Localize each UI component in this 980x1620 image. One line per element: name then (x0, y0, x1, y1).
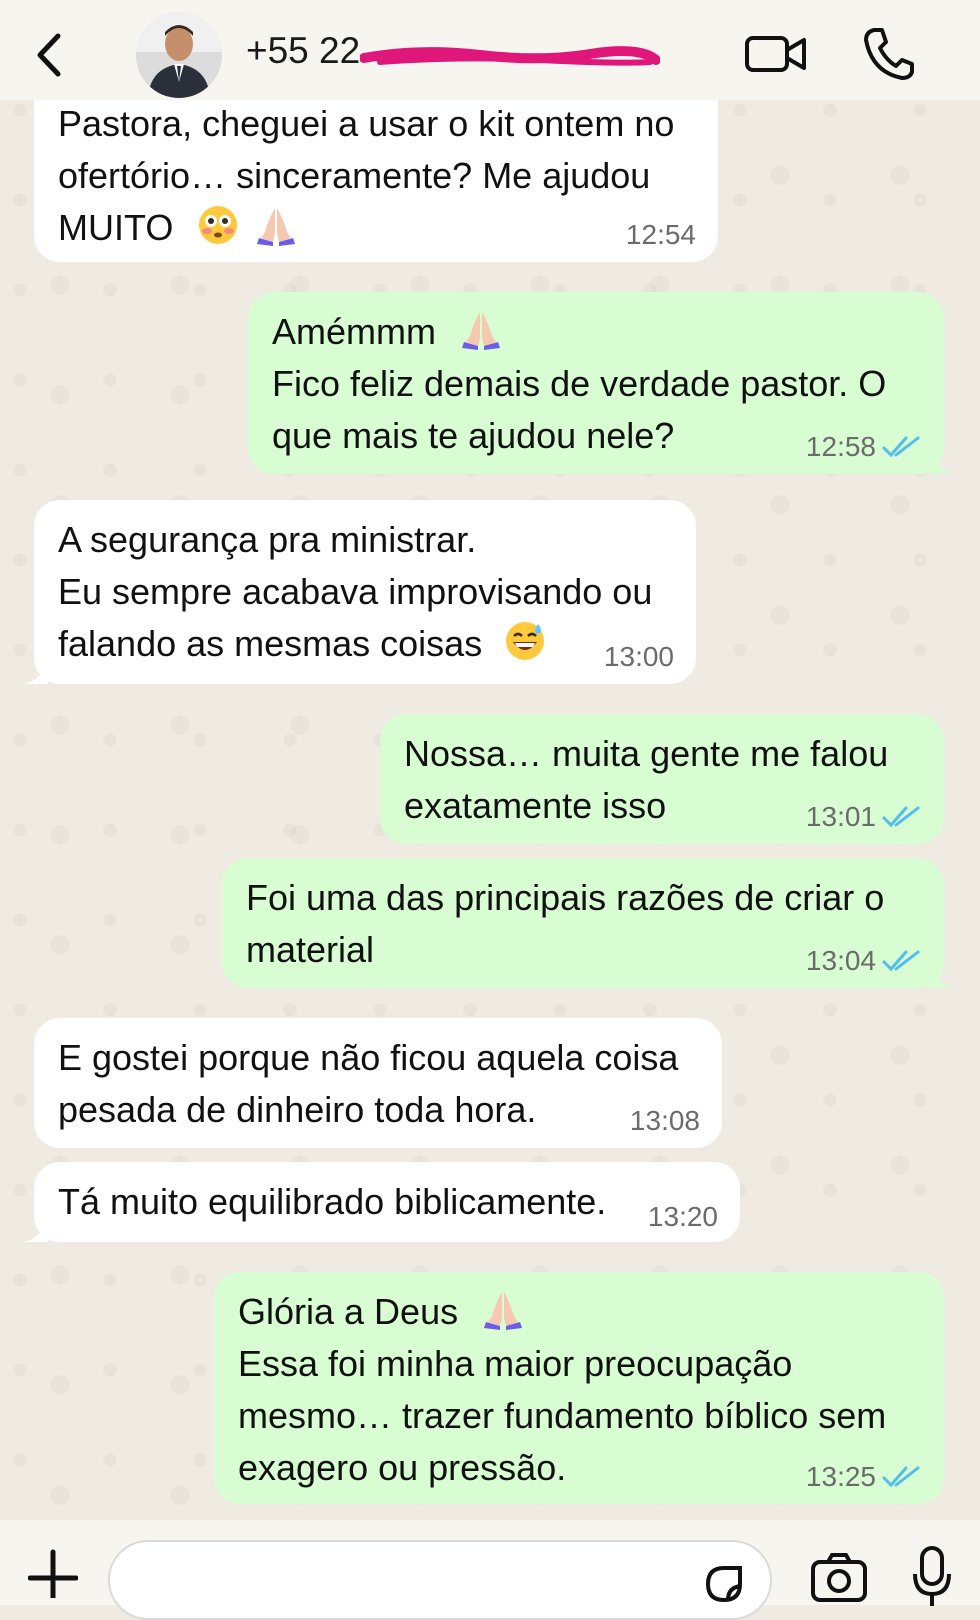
message-text: Tá muito equilibrado biblicamente. (58, 1181, 607, 1222)
message-meta: 13:04 (806, 946, 922, 976)
contact-name[interactable]: +55 22 (246, 30, 360, 72)
message-text-line: MUITO (58, 202, 694, 254)
message-bubble-incoming[interactable]: E gostei porque não ficou aquela coisa p… (34, 1018, 722, 1148)
chevron-left-icon[interactable] (30, 30, 70, 80)
message-meta: 13:25 (806, 1462, 922, 1492)
folded-hands-emoji (484, 1292, 523, 1330)
message-bubble-incoming[interactable]: A segurança pra ministrar. Eu sempre aca… (24, 500, 696, 684)
double-check-icon (882, 950, 920, 972)
chat-header: +55 22 (0, 0, 980, 100)
message-time: 12:58 (805, 431, 876, 462)
message-text: Pastora, cheguei a usar o kit ontem no (58, 103, 675, 144)
message-text: A segurança pra ministrar. (58, 519, 477, 560)
camera-icon[interactable] (810, 1552, 868, 1602)
message-time: 13:25 (805, 1461, 876, 1492)
message-time: 12:54 (625, 219, 696, 250)
plus-icon[interactable] (27, 1548, 79, 1601)
message-time: 13:01 (805, 801, 876, 832)
message-meta: 13:08 (630, 1106, 700, 1136)
message-text-line: falando as mesmas coisas (58, 618, 672, 670)
message-text: Essa foi minha maior preocupação (238, 1343, 793, 1384)
bubble-tail (24, 660, 48, 684)
folded-hands-emoji (462, 312, 501, 350)
message-text: Eu sempre acabava improvisando ou (58, 571, 653, 612)
video-camera-icon[interactable] (744, 30, 808, 78)
message-meta: 12:58 (806, 432, 922, 462)
folded-hands-emoji (257, 208, 296, 246)
message-input[interactable] (108, 1540, 772, 1620)
avatar[interactable] (136, 12, 222, 98)
message-meta: 13:00 (604, 642, 674, 672)
message-text: falando as mesmas coisas (58, 623, 483, 664)
message-text: pesada de dinheiro toda hora. (58, 1089, 537, 1130)
message-input-bar (0, 1520, 980, 1620)
message-bubble-outgoing[interactable]: Nossa… muita gente me falou exatamente i… (380, 714, 944, 844)
message-text-line: Glória a Deus (238, 1286, 920, 1338)
message-meta: 13:20 (648, 1202, 718, 1232)
message-text: Nossa… muita gente me falou (404, 733, 889, 774)
message-text: Fico feliz demais de verdade pastor. O (272, 363, 887, 404)
message-bubble-incoming[interactable]: Pastora, cheguei a usar o kit ontem no o… (34, 96, 718, 262)
flushed-face-emoji (199, 206, 238, 244)
message-text-line: Amémmm (272, 306, 920, 358)
redaction-scribble (359, 46, 661, 68)
message-text: Foi uma das principais razões de criar o (246, 877, 885, 918)
message-bubble-incoming[interactable]: Tá muito equilibrado biblicamente. 13:20 (24, 1162, 740, 1242)
message-time: 13:00 (603, 641, 674, 672)
message-text: ofertório… sinceramente? Me ajudou (58, 155, 651, 196)
message-bubble-outgoing[interactable]: Foi uma das principais razões de criar o… (222, 858, 954, 988)
message-time: 13:08 (629, 1105, 700, 1136)
sticker-icon[interactable] (700, 1560, 748, 1608)
bubble-tail (930, 450, 954, 474)
message-text: mesmo… trazer fundamento bíblico sem (238, 1395, 887, 1436)
microphone-icon[interactable] (912, 1546, 952, 1606)
message-meta: 12:54 (626, 220, 696, 250)
message-text: MUITO (58, 207, 174, 248)
message-text: Amémmm (272, 311, 436, 352)
message-bubble-outgoing[interactable]: Glória a Deus Essa foi minha maior preoc… (214, 1272, 944, 1504)
message-text: E gostei porque não ficou aquela coisa (58, 1037, 679, 1078)
message-time: 13:04 (805, 945, 876, 976)
message-meta: 13:01 (806, 802, 922, 832)
bubble-tail (930, 964, 954, 988)
bubble-tail (24, 1218, 48, 1242)
double-check-icon (882, 1466, 920, 1488)
message-time: 13:20 (647, 1201, 718, 1232)
double-check-icon (882, 436, 920, 458)
message-bubble-outgoing[interactable]: Amémmm Fico feliz demais de verdade past… (248, 292, 954, 474)
phone-icon[interactable] (862, 26, 914, 82)
message-text: Glória a Deus (238, 1291, 459, 1332)
double-check-icon (882, 806, 920, 828)
grinning-sweat-emoji (506, 622, 545, 660)
